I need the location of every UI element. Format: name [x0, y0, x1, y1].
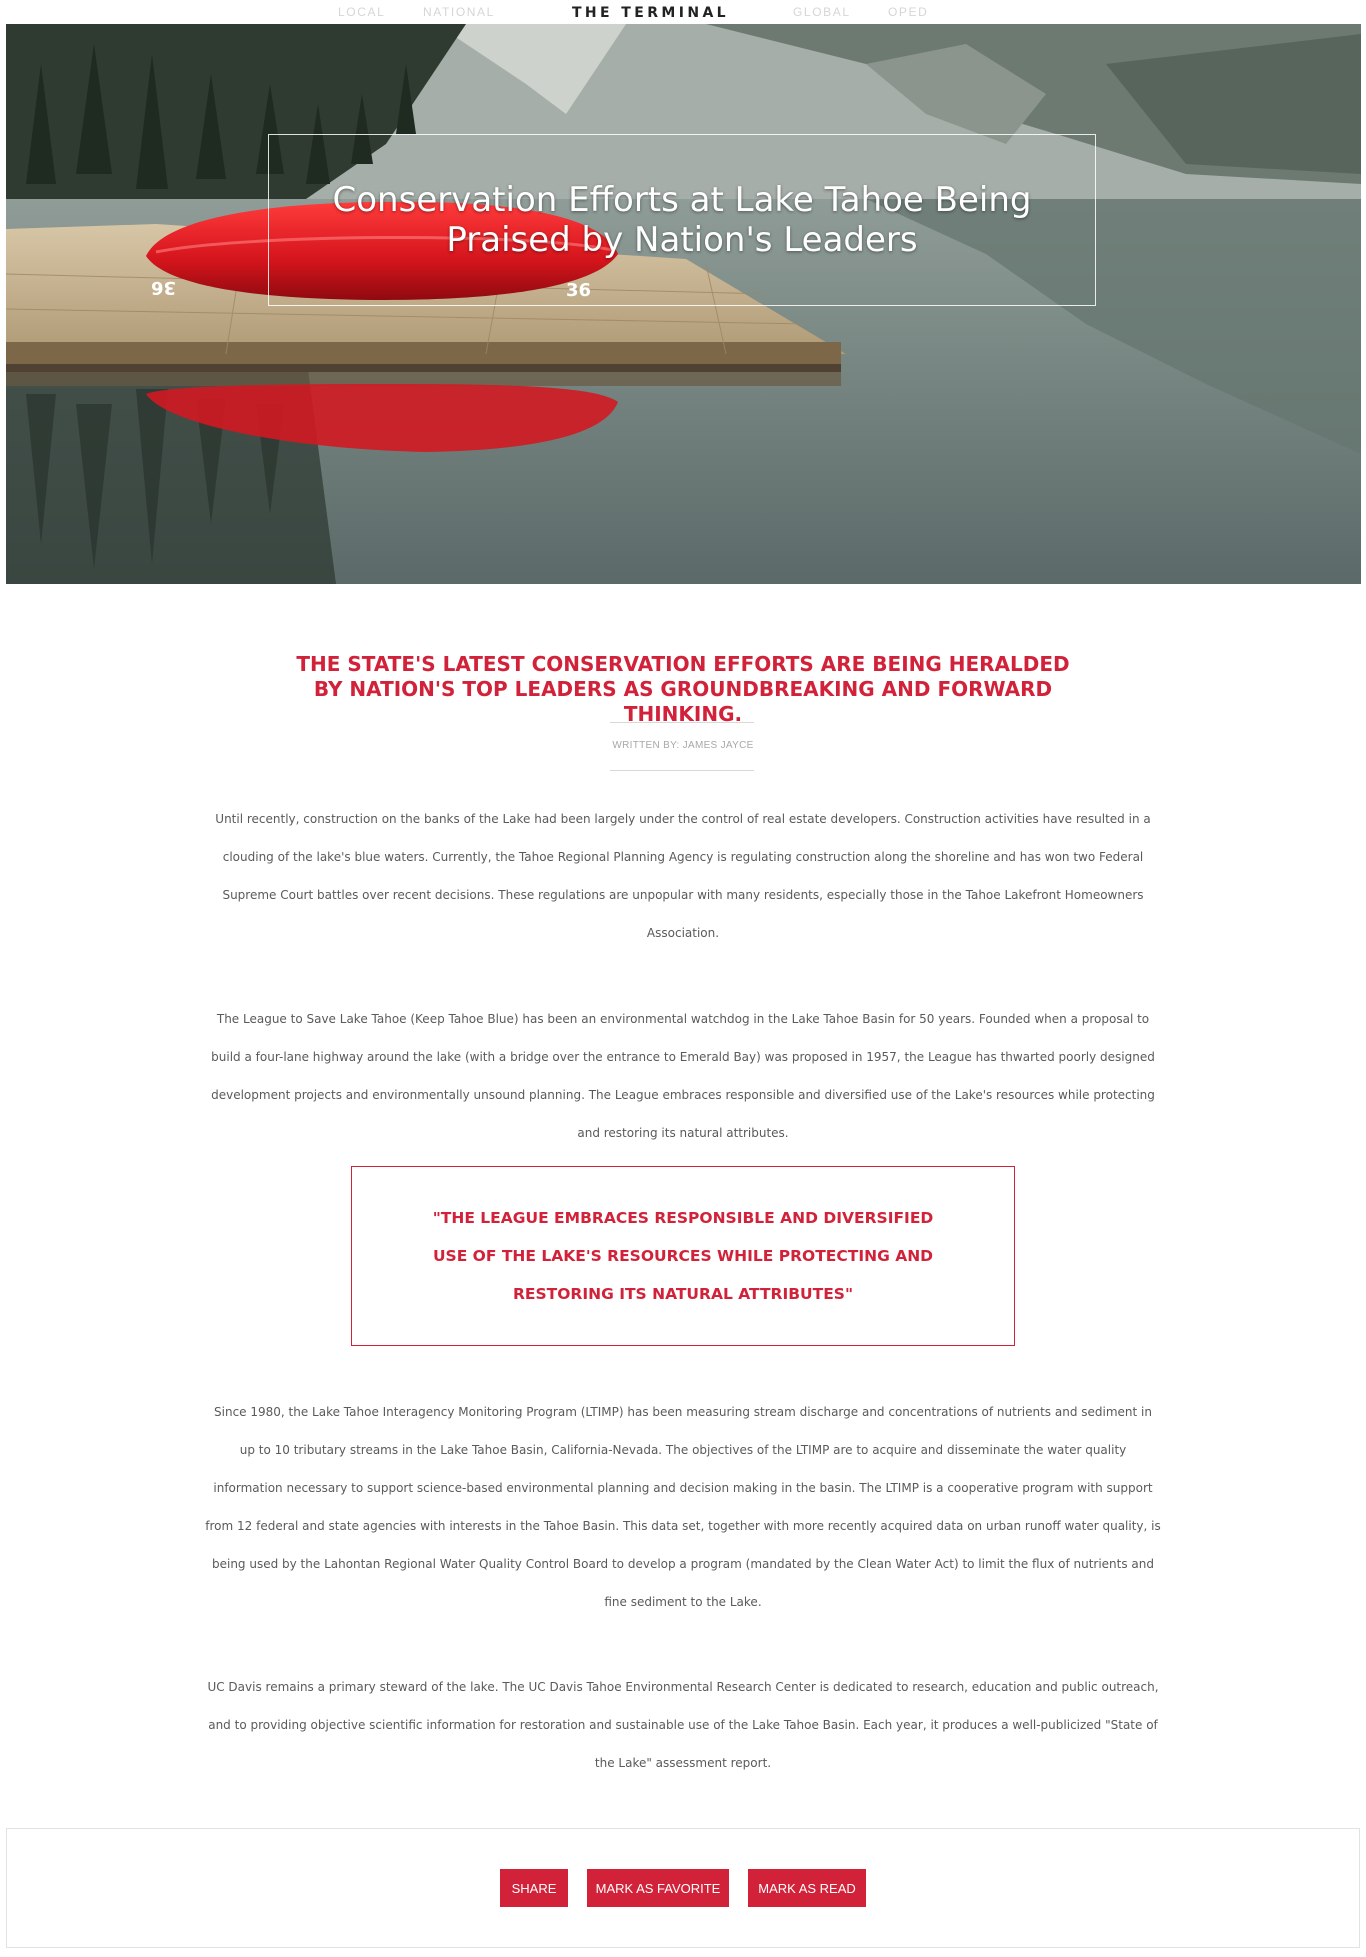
byline-divider-top	[610, 722, 754, 723]
article-title: Conservation Efforts at Lake Tahoe Being…	[332, 180, 1032, 260]
canoe-number-mirrored: 36	[151, 277, 176, 298]
article-paragraph-4: UC Davis remains a primary steward of th…	[207, 1680, 1159, 1770]
pull-quote-box: "THE LEAGUE EMBRACES RESPONSIBLE AND DIV…	[351, 1166, 1015, 1346]
nav-link-oped[interactable]: OPED	[888, 5, 928, 19]
nav-link-global[interactable]: GLOBAL	[793, 5, 851, 19]
byline: WRITTEN BY: JAMES JAYCE	[612, 740, 754, 751]
article-paragraph-2: The League to Save Lake Tahoe (Keep Taho…	[211, 1012, 1155, 1140]
share-button[interactable]: SHARE	[500, 1869, 568, 1907]
article-paragraph-1: Until recently, construction on the bank…	[215, 812, 1151, 940]
nav-link-national[interactable]: NATIONAL	[423, 5, 495, 19]
site-brand-container: THE TERMINAL	[0, 5, 1366, 21]
site-brand[interactable]: THE TERMINAL	[572, 5, 729, 21]
byline-divider-bottom	[610, 770, 754, 771]
mark-as-read-button[interactable]: MARK AS READ	[748, 1869, 866, 1907]
hero-banner: 36 36 Conservation Efforts at Lake Tahoe…	[6, 24, 1361, 584]
article-paragraph-3: Since 1980, the Lake Tahoe Interagency M…	[205, 1405, 1161, 1609]
article-subtitle: THE STATE'S LATEST CONSERVATION EFFORTS …	[296, 652, 1070, 726]
nav-link-local[interactable]: LOCAL	[338, 5, 385, 19]
mark-as-favorite-button[interactable]: MARK AS FAVORITE	[587, 1869, 729, 1907]
top-navigation: LOCAL NATIONAL THE TERMINAL GLOBAL OPED	[0, 0, 1366, 24]
pull-quote: "THE LEAGUE EMBRACES RESPONSIBLE AND DIV…	[432, 1209, 934, 1303]
article-actions-bar: SHARE MARK AS FAVORITE MARK AS READ	[6, 1828, 1360, 1948]
hero-title-frame: Conservation Efforts at Lake Tahoe Being…	[268, 134, 1096, 306]
